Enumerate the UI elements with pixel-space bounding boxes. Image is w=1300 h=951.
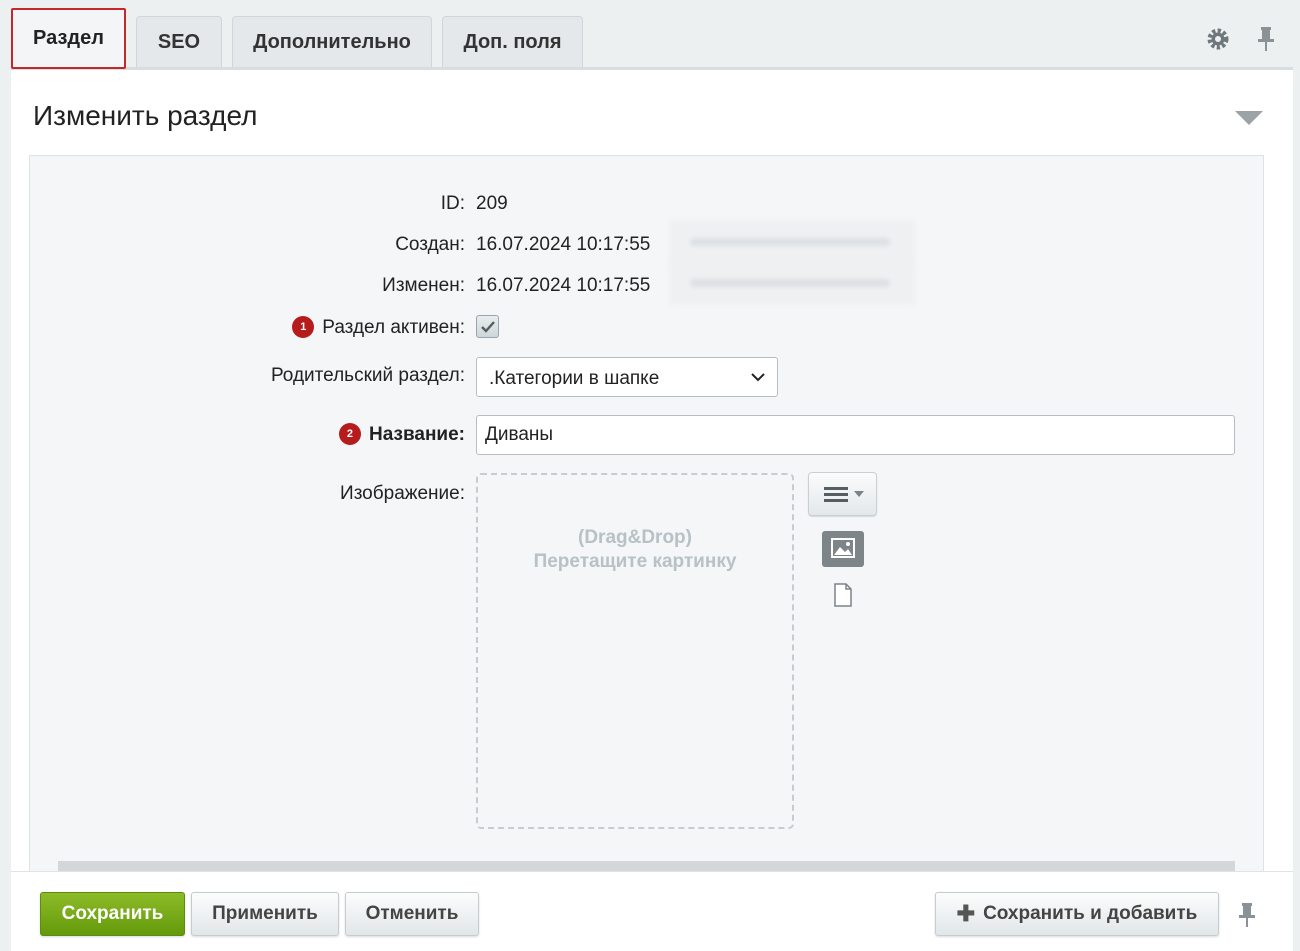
chevron-down-icon — [751, 373, 765, 382]
parent-label: Родительский раздел: — [270, 365, 465, 386]
created-value: 16.07.2024 10:17:55 — [476, 234, 651, 255]
modified-value: 16.07.2024 10:17:55 — [476, 275, 651, 296]
check-icon — [481, 321, 495, 333]
row-name: 2 Название: — [30, 415, 1265, 455]
name-label: Название: — [368, 424, 465, 445]
tab-additional[interactable]: Дополнительно — [232, 16, 432, 68]
image-menu-button[interactable] — [808, 472, 877, 516]
active-label: Раздел активен: — [322, 317, 465, 338]
save-and-add-label: Сохранить и добавить — [983, 903, 1198, 924]
name-input[interactable] — [476, 415, 1235, 455]
redacted-user — [670, 220, 915, 264]
step-badge: 2 — [338, 423, 361, 445]
row-created: Создан: 16.07.2024 10:17:55 — [30, 220, 1265, 264]
dropzone-instruction: Перетащите картинку — [533, 551, 737, 572]
active-label-group: 1 Раздел активен: — [292, 316, 465, 339]
name-label-group: 2 Название: — [338, 423, 465, 446]
plus-icon: ✚ — [956, 901, 976, 926]
hamburger-menu-icon — [824, 487, 864, 502]
action-footer: Сохранить Применить Отменить ✚ Сохранить … — [11, 871, 1293, 951]
parent-section-value: .Категории в шапке — [489, 368, 660, 389]
active-checkbox[interactable] — [476, 315, 499, 338]
tab-bar: Раздел SEO Дополнительно Доп. поля — [0, 0, 1300, 69]
id-value: 209 — [476, 193, 508, 214]
triangle-down-icon[interactable] — [1235, 111, 1263, 127]
gear-icon[interactable] — [1205, 26, 1231, 52]
image-dropzone[interactable]: (Drag&Drop) Перетащите картинку — [476, 473, 794, 829]
image-label: Изображение: — [340, 483, 465, 504]
redacted-user — [670, 261, 915, 305]
dropzone-hint: (Drag&Drop) — [578, 527, 692, 548]
edit-card: Изменить раздел ID: 209 Создан: 16.07.20… — [11, 67, 1293, 875]
cancel-button[interactable]: Отменить — [345, 892, 479, 936]
tab-extra-fields[interactable]: Доп. поля — [442, 16, 583, 68]
pin-icon[interactable] — [1256, 26, 1276, 52]
pin-icon[interactable] — [1237, 902, 1257, 928]
row-id: ID: 209 — [30, 189, 1265, 219]
row-parent: Родительский раздел: .Категории в шапке — [30, 357, 1265, 397]
row-active: 1 Раздел активен: — [30, 312, 1265, 342]
page-title: Изменить раздел — [33, 100, 258, 131]
file-icon[interactable] — [833, 583, 853, 607]
created-label: Создан: — [395, 234, 465, 255]
save-button[interactable]: Сохранить — [40, 892, 185, 936]
tab-seo[interactable]: SEO — [136, 16, 222, 68]
step-badge: 1 — [292, 316, 315, 338]
tab-section[interactable]: Раздел — [11, 8, 126, 69]
save-and-add-button[interactable]: ✚ Сохранить и добавить — [935, 892, 1219, 936]
id-label: ID: — [440, 193, 465, 214]
apply-button[interactable]: Применить — [191, 892, 339, 936]
parent-section-select[interactable]: .Категории в шапке — [476, 357, 778, 397]
row-modified: Изменен: 16.07.2024 10:17:55 — [30, 261, 1265, 305]
form-area: ID: 209 Создан: 16.07.2024 10:17:55 Изме… — [29, 155, 1264, 875]
modified-label: Изменен: — [382, 275, 465, 296]
image-icon[interactable] — [822, 531, 864, 567]
